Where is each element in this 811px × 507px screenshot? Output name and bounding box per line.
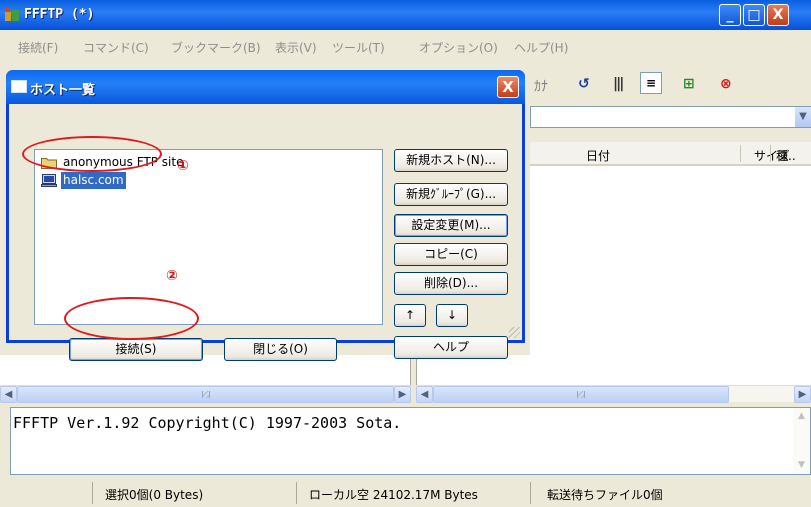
remote-file-list[interactable] bbox=[530, 166, 811, 385]
stop-icon[interactable]: ⊗ bbox=[720, 76, 732, 92]
menu-help[interactable]: ヘルプ(H) bbox=[514, 39, 568, 56]
ffftp-app-icon bbox=[5, 8, 19, 21]
scroll-thumb[interactable] bbox=[17, 386, 394, 403]
dialog-titlebar[interactable]: ホスト一覧 X bbox=[6, 70, 525, 104]
computer-icon bbox=[41, 174, 57, 187]
new-host-button[interactable]: 新規ホスト(N)... bbox=[394, 149, 508, 172]
dialog-close-button[interactable]: X bbox=[497, 76, 519, 98]
scroll-up-icon[interactable]: ▲ bbox=[793, 408, 810, 425]
host-list[interactable]: anonymous FTP site halsc.com bbox=[34, 149, 383, 325]
column-date[interactable]: 日付 bbox=[586, 147, 610, 164]
maximize-button[interactable]: □ bbox=[743, 4, 765, 26]
window-title: FFFTP (*) bbox=[24, 7, 95, 22]
chevron-down-icon[interactable]: ▼ bbox=[795, 107, 811, 127]
scroll-right-icon[interactable]: ▶ bbox=[394, 386, 411, 403]
menu-connect[interactable]: 接続(F) bbox=[18, 39, 58, 56]
close-button[interactable]: X bbox=[767, 4, 789, 26]
remote-file-list-lower[interactable] bbox=[416, 355, 530, 385]
menu-command[interactable]: コマンド(C) bbox=[83, 39, 149, 56]
status-bar: 選択0個(0 Bytes) ローカル空 24102.17M Bytes 転送待ち… bbox=[0, 479, 811, 507]
close-dialog-button[interactable]: 閉じる(O) bbox=[224, 338, 337, 361]
annotation-circle-connect bbox=[64, 297, 199, 340]
scroll-left-icon[interactable]: ◀ bbox=[0, 386, 17, 403]
menu-options[interactable]: オプション(O) bbox=[419, 39, 498, 56]
dialog-title: ホスト一覧 bbox=[30, 83, 96, 98]
remote-path-combo[interactable]: ▼ bbox=[530, 106, 811, 128]
scroll-right-icon[interactable]: ▶ bbox=[794, 386, 811, 403]
help-button[interactable]: ヘルプ bbox=[394, 336, 508, 359]
main-titlebar[interactable]: FFFTP (*) _ □ X bbox=[0, 0, 811, 30]
menu-tools[interactable]: ツール(T) bbox=[332, 39, 385, 56]
menu-view[interactable]: 表示(V) bbox=[275, 39, 317, 56]
column-type[interactable]: 種.. bbox=[776, 147, 796, 164]
remote-list-header: 日付 サイズ 種.. bbox=[530, 142, 811, 166]
log-area[interactable]: FFFTP Ver.1.92 Copyright(C) 1997-2003 So… bbox=[10, 407, 811, 475]
scroll-left-icon[interactable]: ◀ bbox=[416, 386, 433, 403]
detail-view-icon[interactable]: ≡ bbox=[640, 72, 662, 94]
annotation-number-1: ① bbox=[177, 158, 189, 174]
remote-hscrollbar[interactable]: ◀ ▶ bbox=[416, 385, 811, 403]
refresh-icon[interactable]: ↺ bbox=[578, 76, 590, 92]
move-down-button[interactable]: ↓ bbox=[436, 304, 468, 327]
status-selection: 選択0個(0 Bytes) bbox=[105, 488, 204, 502]
log-text: FFFTP Ver.1.92 Copyright(C) 1997-2003 So… bbox=[13, 414, 402, 432]
status-queue: 転送待ちファイル0個 bbox=[547, 488, 663, 502]
list-view-icon[interactable]: ||| bbox=[613, 76, 624, 92]
resize-grip[interactable] bbox=[509, 327, 520, 338]
connect-button[interactable]: 接続(S) bbox=[69, 338, 203, 361]
delete-button[interactable]: 削除(D)... bbox=[394, 272, 508, 295]
minimize-button[interactable]: _ bbox=[719, 4, 741, 26]
menu-bookmark[interactable]: ブックマーク(B) bbox=[171, 39, 261, 56]
menu-bar: 接続(F) コマンド(C) ブックマーク(B) 表示(V) ツール(T) オプシ… bbox=[0, 30, 811, 60]
copy-button[interactable]: コピー(C) bbox=[394, 243, 508, 266]
new-group-button[interactable]: 新規ｸﾞﾙｰﾌﾟ(G)... bbox=[394, 183, 508, 206]
kana-button[interactable]: ｶﾅ bbox=[534, 76, 548, 96]
move-up-button[interactable]: ↑ bbox=[394, 304, 426, 327]
scroll-down-icon[interactable]: ▼ bbox=[793, 457, 810, 474]
edit-settings-button[interactable]: 設定変更(M)... bbox=[394, 214, 508, 237]
scroll-thumb[interactable] bbox=[433, 386, 729, 403]
host-label: halsc.com bbox=[61, 172, 126, 189]
annotation-number-2: ② bbox=[166, 268, 178, 284]
annotation-circle-host bbox=[22, 136, 162, 172]
local-file-list[interactable] bbox=[0, 355, 411, 385]
status-local-free: ローカル空 24102.17M Bytes bbox=[309, 488, 478, 502]
window-icon bbox=[11, 80, 27, 93]
local-hscrollbar[interactable]: ◀ ▶ bbox=[0, 385, 411, 403]
tree-icon[interactable]: ⊞ bbox=[683, 76, 695, 92]
log-vscrollbar[interactable]: ▲ ▼ bbox=[793, 408, 810, 474]
